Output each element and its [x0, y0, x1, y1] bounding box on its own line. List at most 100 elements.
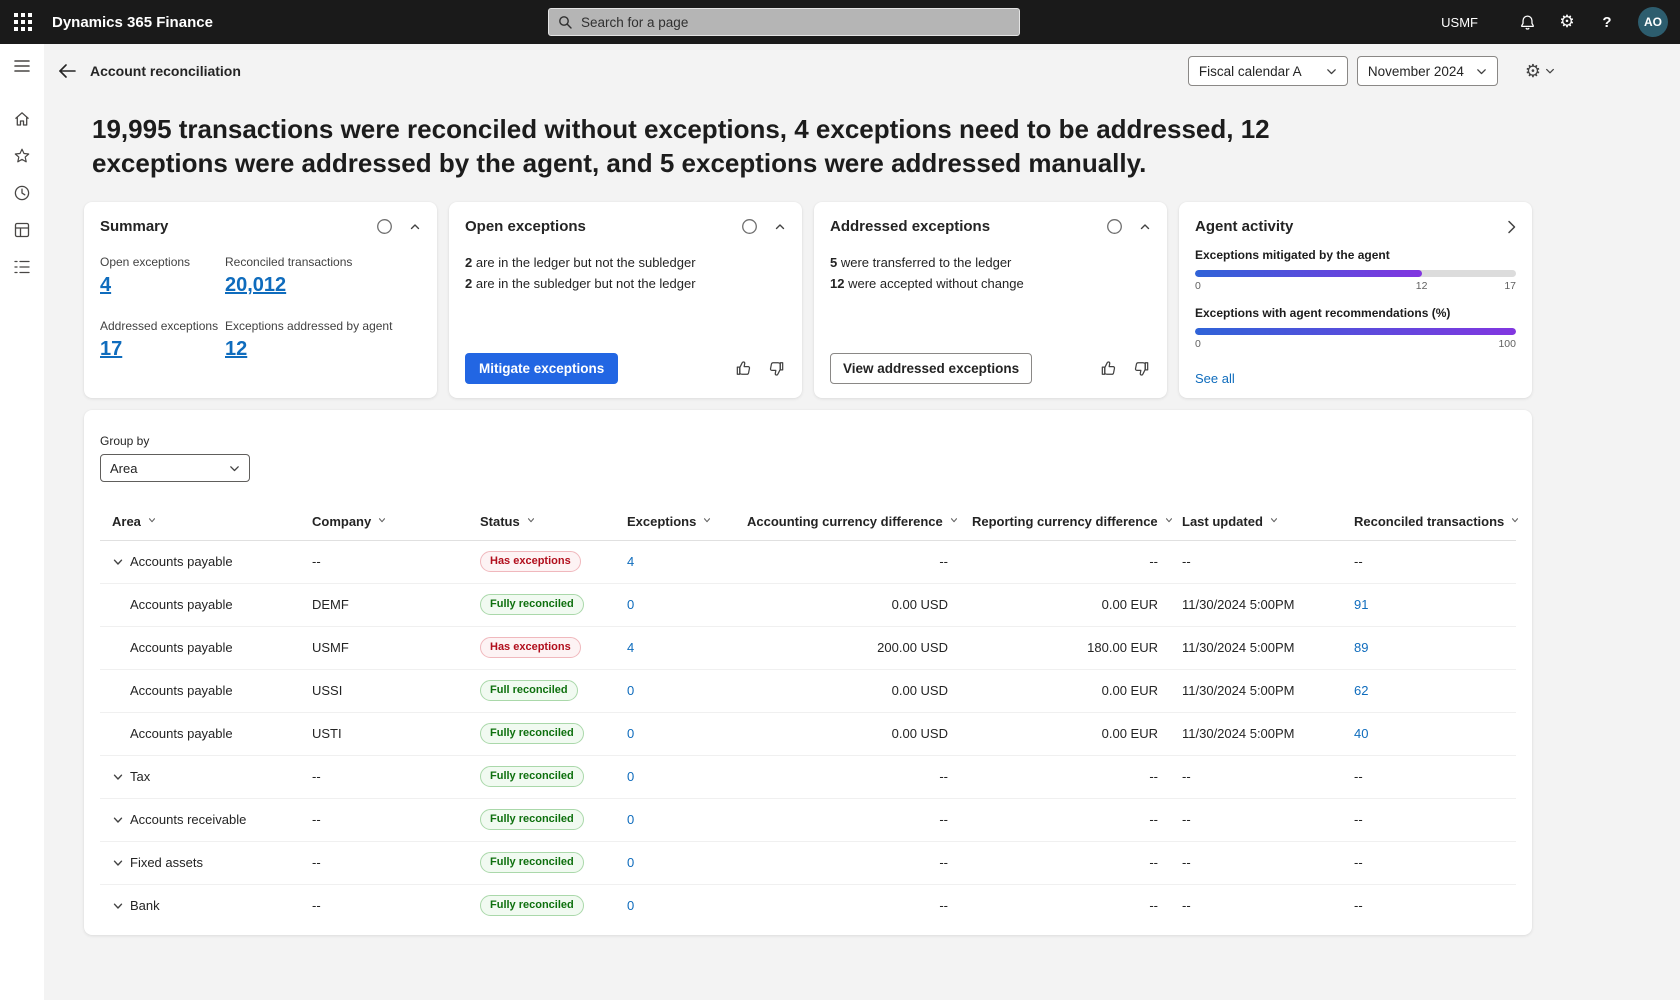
row-expand-icon[interactable] — [112, 814, 130, 826]
recent-clock-icon[interactable] — [6, 177, 38, 209]
table-row[interactable]: Tax -- Fully reconciled 0 -- -- -- -- — [100, 755, 1516, 798]
group-by-value: Area — [110, 461, 137, 476]
status-badge: Fully reconciled — [480, 809, 584, 830]
exceptions-link[interactable]: 4 — [627, 554, 634, 569]
avatar[interactable]: AO — [1638, 7, 1668, 37]
column-header[interactable]: Reconciled transactions — [1342, 504, 1516, 540]
company-cell: -- — [300, 841, 468, 884]
exceptions-link[interactable]: 0 — [627, 683, 634, 698]
group-by-label: Group by — [100, 434, 1516, 448]
see-all-link[interactable]: See all — [1195, 371, 1235, 386]
mitigate-exceptions-button[interactable]: Mitigate exceptions — [465, 353, 618, 384]
reconciled-transactions-link[interactable]: 40 — [1354, 726, 1368, 741]
collapse-chevron-up-icon[interactable] — [774, 221, 786, 233]
stat-value-link[interactable]: 17 — [100, 338, 122, 361]
area-name: Tax — [130, 769, 150, 784]
help-icon[interactable]: ? — [1590, 5, 1624, 39]
collapse-chevron-up-icon[interactable] — [1139, 221, 1151, 233]
accounting-currency-difference-cell: -- — [735, 755, 960, 798]
table-row[interactable]: Accounts receivable -- Fully reconciled … — [100, 798, 1516, 841]
summary-stat: Reconciled transactions 20,012 — [225, 255, 421, 297]
global-search[interactable] — [548, 8, 1020, 36]
fiscal-calendar-value: Fiscal calendar A — [1199, 64, 1302, 79]
bar-tick-label: 0 — [1195, 338, 1201, 350]
reconciled-transactions-link[interactable]: 62 — [1354, 683, 1368, 698]
exceptions-link[interactable]: 0 — [627, 812, 634, 827]
exceptions-link[interactable]: 0 — [627, 769, 634, 784]
table-row[interactable]: Bank -- Fully reconciled 0 -- -- -- -- — [100, 884, 1516, 927]
sort-chevron-icon — [702, 515, 712, 525]
page-settings-gear[interactable]: ⚙ — [1525, 61, 1555, 82]
last-updated-cell: -- — [1170, 540, 1342, 583]
agent-status-circle-icon — [741, 218, 758, 235]
column-header[interactable]: Exceptions — [615, 504, 735, 540]
progress-bar-fill — [1195, 328, 1516, 335]
bar-label: Exceptions mitigated by the agent — [1195, 248, 1516, 262]
thumbs-up-icon[interactable] — [734, 359, 753, 378]
reporting-currency-difference-cell: -- — [960, 884, 1170, 927]
table-row[interactable]: Accounts payable USMF Has exceptions 4 2… — [100, 626, 1516, 669]
exceptions-link[interactable]: 0 — [627, 855, 634, 870]
company-switcher[interactable]: USMF — [1441, 15, 1478, 30]
modules-list-icon[interactable] — [6, 251, 38, 283]
progress-bar-fill — [1195, 270, 1422, 277]
thumbs-up-icon[interactable] — [1099, 359, 1118, 378]
period-value: November 2024 — [1368, 64, 1464, 79]
reconciled-transactions-link[interactable]: 91 — [1354, 597, 1368, 612]
column-header[interactable]: Area — [100, 504, 300, 540]
workspaces-icon[interactable] — [6, 214, 38, 246]
fiscal-calendar-dropdown[interactable]: Fiscal calendar A — [1188, 56, 1348, 86]
reconciliation-table: AreaCompanyStatusExceptionsAccounting cu… — [100, 504, 1516, 927]
reconciled-transactions-cell: 91 — [1342, 583, 1516, 626]
thumbs-down-icon[interactable] — [767, 359, 786, 378]
view-addressed-exceptions-button[interactable]: View addressed exceptions — [830, 353, 1032, 384]
row-expand-chevron-icon — [112, 900, 124, 912]
agent-progress-block: Exceptions mitigated by the agent 01217 — [1195, 248, 1516, 293]
row-expand-icon[interactable] — [112, 857, 130, 869]
reconciled-transactions-link[interactable]: 89 — [1354, 640, 1368, 655]
row-expand-icon[interactable] — [112, 900, 130, 912]
app-launcher-icon[interactable] — [0, 0, 46, 44]
column-header[interactable]: Status — [468, 504, 615, 540]
exceptions-link[interactable]: 0 — [627, 726, 634, 741]
back-arrow-icon[interactable] — [56, 60, 78, 82]
table-row[interactable]: Accounts payable USSI Full reconciled 0 … — [100, 669, 1516, 712]
notifications-bell-icon[interactable] — [1510, 5, 1544, 39]
topbar-right-cluster: USMF ⚙ ? AO — [1441, 5, 1680, 39]
status-badge: Fully reconciled — [480, 895, 584, 916]
table-row[interactable]: Accounts payable DEMF Fully reconciled 0… — [100, 583, 1516, 626]
table-row[interactable]: Accounts payable USTI Fully reconciled 0… — [100, 712, 1516, 755]
column-header[interactable]: Company — [300, 504, 468, 540]
collapse-chevron-up-icon[interactable] — [409, 221, 421, 233]
stat-value-link[interactable]: 12 — [225, 338, 247, 361]
exception-line: 5 were transferred to the ledger — [830, 255, 1151, 270]
settings-gear-icon[interactable]: ⚙ — [1550, 5, 1584, 39]
exceptions-link[interactable]: 4 — [627, 640, 634, 655]
agent-activity-card: Agent activity Exceptions mitigated by t… — [1179, 202, 1532, 398]
stat-value-link[interactable]: 20,012 — [225, 274, 286, 297]
status-badge: Fully reconciled — [480, 594, 584, 615]
summary-stat: Addressed exceptions 17 — [100, 319, 225, 361]
home-icon[interactable] — [6, 103, 38, 135]
menu-hamburger-icon[interactable] — [6, 50, 38, 82]
thumbs-down-icon[interactable] — [1132, 359, 1151, 378]
search-input[interactable] — [579, 14, 1010, 31]
favorites-star-icon[interactable] — [6, 140, 38, 172]
table-row[interactable]: Accounts payable -- Has exceptions 4 -- … — [100, 540, 1516, 583]
group-by-dropdown[interactable]: Area — [100, 454, 250, 482]
table-row[interactable]: Fixed assets -- Fully reconciled 0 -- --… — [100, 841, 1516, 884]
row-expand-icon[interactable] — [112, 771, 130, 783]
accounting-currency-difference-cell: -- — [735, 884, 960, 927]
page-content: Account reconciliation Fiscal calendar A… — [44, 44, 1680, 1000]
column-header[interactable]: Accounting currency difference — [735, 504, 960, 540]
header-controls: Fiscal calendar A November 2024 ⚙ — [1188, 56, 1555, 86]
column-header[interactable]: Last updated — [1170, 504, 1342, 540]
exceptions-link[interactable]: 0 — [627, 898, 634, 913]
period-dropdown[interactable]: November 2024 — [1357, 56, 1498, 86]
column-header[interactable]: Reporting currency difference — [960, 504, 1170, 540]
chevron-right-icon[interactable] — [1507, 220, 1516, 234]
exceptions-link[interactable]: 0 — [627, 597, 634, 612]
bar-tick-label: 0 — [1195, 280, 1201, 292]
row-expand-icon[interactable] — [112, 556, 130, 568]
stat-value-link[interactable]: 4 — [100, 274, 111, 297]
